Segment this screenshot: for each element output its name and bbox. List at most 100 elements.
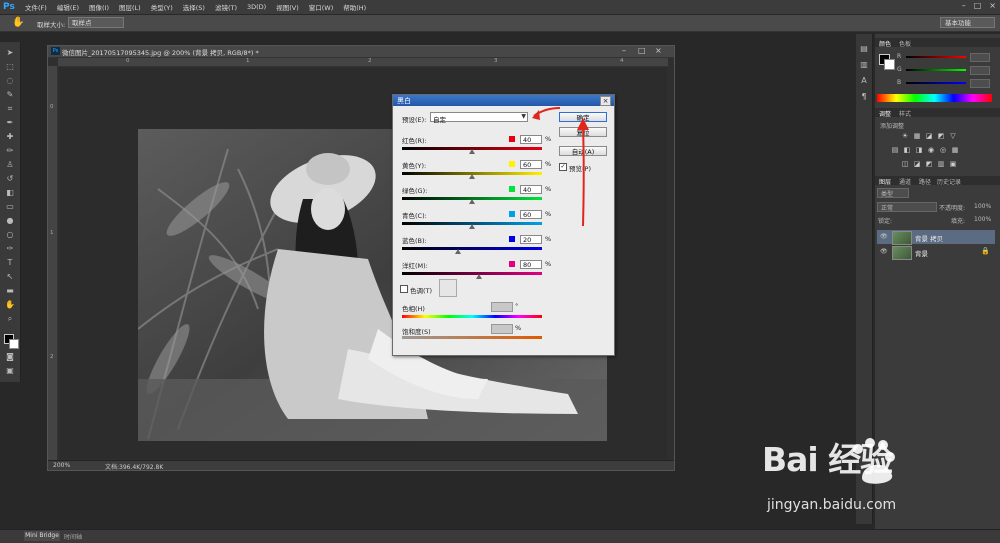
menu-layer[interactable]: 图层(L) [119,2,141,12]
levels-icon[interactable]: ▦ [913,132,921,140]
channel-mixer-icon[interactable]: ◎ [939,146,947,154]
opacity-value[interactable]: 100% [974,203,991,210]
channel-slider-thumb[interactable] [469,224,475,229]
crop-tool-icon[interactable]: ⌗ [4,104,16,114]
menu-select[interactable]: 选择(S) [183,2,205,12]
history-brush-tool-icon[interactable]: ↺ [4,174,16,184]
healing-tool-icon[interactable]: ✚ [4,132,16,142]
character-icon[interactable]: A [858,76,870,86]
blend-mode-select[interactable]: 正常 [877,202,937,212]
properties-icon[interactable]: ▥ [858,60,870,70]
layer-kind-filter[interactable]: 类型 [877,188,909,198]
screen-mode-icon[interactable]: ▣ [4,366,16,376]
menu-filter[interactable]: 滤镜(T) [215,2,237,12]
eraser-tool-icon[interactable]: ◧ [4,188,16,198]
gradient-tool-icon[interactable]: ▭ [4,202,16,212]
workspace-select[interactable]: 基本功能 [940,17,995,28]
color-g-slider[interactable] [906,69,966,71]
menu-edit[interactable]: 编辑(E) [57,2,79,12]
doc-size-info[interactable]: 文档:396.4K/792.8K [105,462,163,471]
channel-slider-thumb[interactable] [469,174,475,179]
curves-icon[interactable]: ◪ [925,132,933,140]
visibility-eye-icon[interactable]: 👁 [880,233,888,240]
maximize-icon[interactable]: □ [974,1,982,10]
history-icon[interactable]: ▤ [858,44,870,54]
layer-row-background[interactable]: 👁 背景 🔒 [877,245,995,260]
close-icon[interactable]: × [989,1,996,10]
color-r-value[interactable] [970,53,990,62]
channel-slider-thumb[interactable] [469,199,475,204]
minimize-icon[interactable]: – [962,1,966,10]
color-lookup-icon[interactable]: ▦ [951,146,959,154]
tab-adjustments[interactable]: 调整 [879,109,891,118]
menu-help[interactable]: 帮助(H) [343,2,366,12]
blur-tool-icon[interactable]: ● [4,216,16,226]
tint-checkbox[interactable] [400,285,408,293]
channel-slider-thumb[interactable] [476,274,482,279]
saturation-slider[interactable] [402,336,542,339]
pen-tool-icon[interactable]: ✑ [4,244,16,254]
channel-value-input[interactable]: 20 [520,235,542,244]
black-white-icon[interactable]: ◨ [915,146,923,154]
menu-type[interactable]: 类型(Y) [151,2,173,12]
path-select-tool-icon[interactable]: ↖ [4,272,16,282]
tint-color-swatch[interactable] [439,279,457,297]
color-spectrum-bar[interactable] [877,94,992,102]
menu-3d[interactable]: 3D(D) [247,3,266,11]
photo-filter-icon[interactable]: ◉ [927,146,935,154]
sample-size-select[interactable]: 取样点 [68,17,124,28]
tab-paths[interactable]: 路径 [919,177,931,186]
color-g-value[interactable] [970,66,990,75]
threshold-icon[interactable]: ◩ [925,160,933,168]
zoom-tool-icon[interactable]: ⌕ [4,314,16,324]
menu-image[interactable]: 图像(I) [89,2,109,12]
hue-sat-icon[interactable]: ▤ [891,146,899,154]
channel-slider-thumb[interactable] [455,249,461,254]
tab-layers[interactable]: 图层 [879,177,891,186]
document-tab[interactable]: Ps 微信图片_20170517095345.jpg @ 200% (背景 拷贝… [48,46,674,58]
gradient-map-icon[interactable]: ▥ [937,160,945,168]
tab-styles[interactable]: 样式 [899,109,911,118]
type-tool-icon[interactable]: T [4,258,16,268]
vibrance-icon[interactable]: ▽ [949,132,957,140]
saturation-value-box[interactable] [491,324,513,334]
color-balance-icon[interactable]: ◧ [903,146,911,154]
zoom-level[interactable]: 200% [53,462,70,469]
hand-tool-side-icon[interactable]: ✋ [4,300,16,310]
visibility-eye-icon[interactable]: 👁 [880,248,888,255]
hand-tool-icon[interactable]: ✋ [12,17,24,28]
menu-view[interactable]: 视图(V) [276,2,299,12]
eyedropper-tool-icon[interactable]: ✒ [4,118,16,128]
background-color-swatch[interactable] [9,339,19,349]
tab-color[interactable]: 颜色 [879,39,891,48]
tab-channels[interactable]: 通道 [899,177,911,186]
brush-tool-icon[interactable]: ✏ [4,146,16,156]
color-b-slider[interactable] [906,82,966,84]
layer-row-background-copy[interactable]: 👁 背景 拷贝 [877,230,995,245]
move-tool-icon[interactable]: ➤ [4,48,16,58]
invert-icon[interactable]: ◫ [901,160,909,168]
mini-bridge-tab[interactable]: Mini Bridge [24,531,60,541]
channel-slider[interactable] [402,272,542,275]
tab-swatches[interactable]: 色板 [899,39,911,48]
channel-slider-thumb[interactable] [469,149,475,154]
menu-file[interactable]: 文件(F) [25,2,47,12]
dodge-tool-icon[interactable]: ○ [4,230,16,240]
marquee-tool-icon[interactable]: ⬚ [4,62,16,72]
dialog-close-icon[interactable]: × [600,96,611,106]
panel-bg-swatch[interactable] [884,59,895,70]
quick-select-tool-icon[interactable]: ✎ [4,90,16,100]
menu-window[interactable]: 窗口(W) [309,2,334,12]
hue-value-box[interactable] [491,302,513,312]
stamp-tool-icon[interactable]: ♙ [4,160,16,170]
tab-history[interactable]: 历史记录 [937,177,961,186]
posterize-icon[interactable]: ◪ [913,160,921,168]
brightness-icon[interactable]: ☀ [901,132,909,140]
fill-value[interactable]: 100% [974,216,991,223]
doc-close-icon[interactable]: × [655,46,662,55]
channel-slider[interactable] [402,247,542,250]
doc-maximize-icon[interactable]: □ [638,46,646,55]
quick-mask-icon[interactable]: ◙ [4,352,16,362]
channel-value-input[interactable]: 80 [520,260,542,269]
hue-slider[interactable] [402,315,542,318]
